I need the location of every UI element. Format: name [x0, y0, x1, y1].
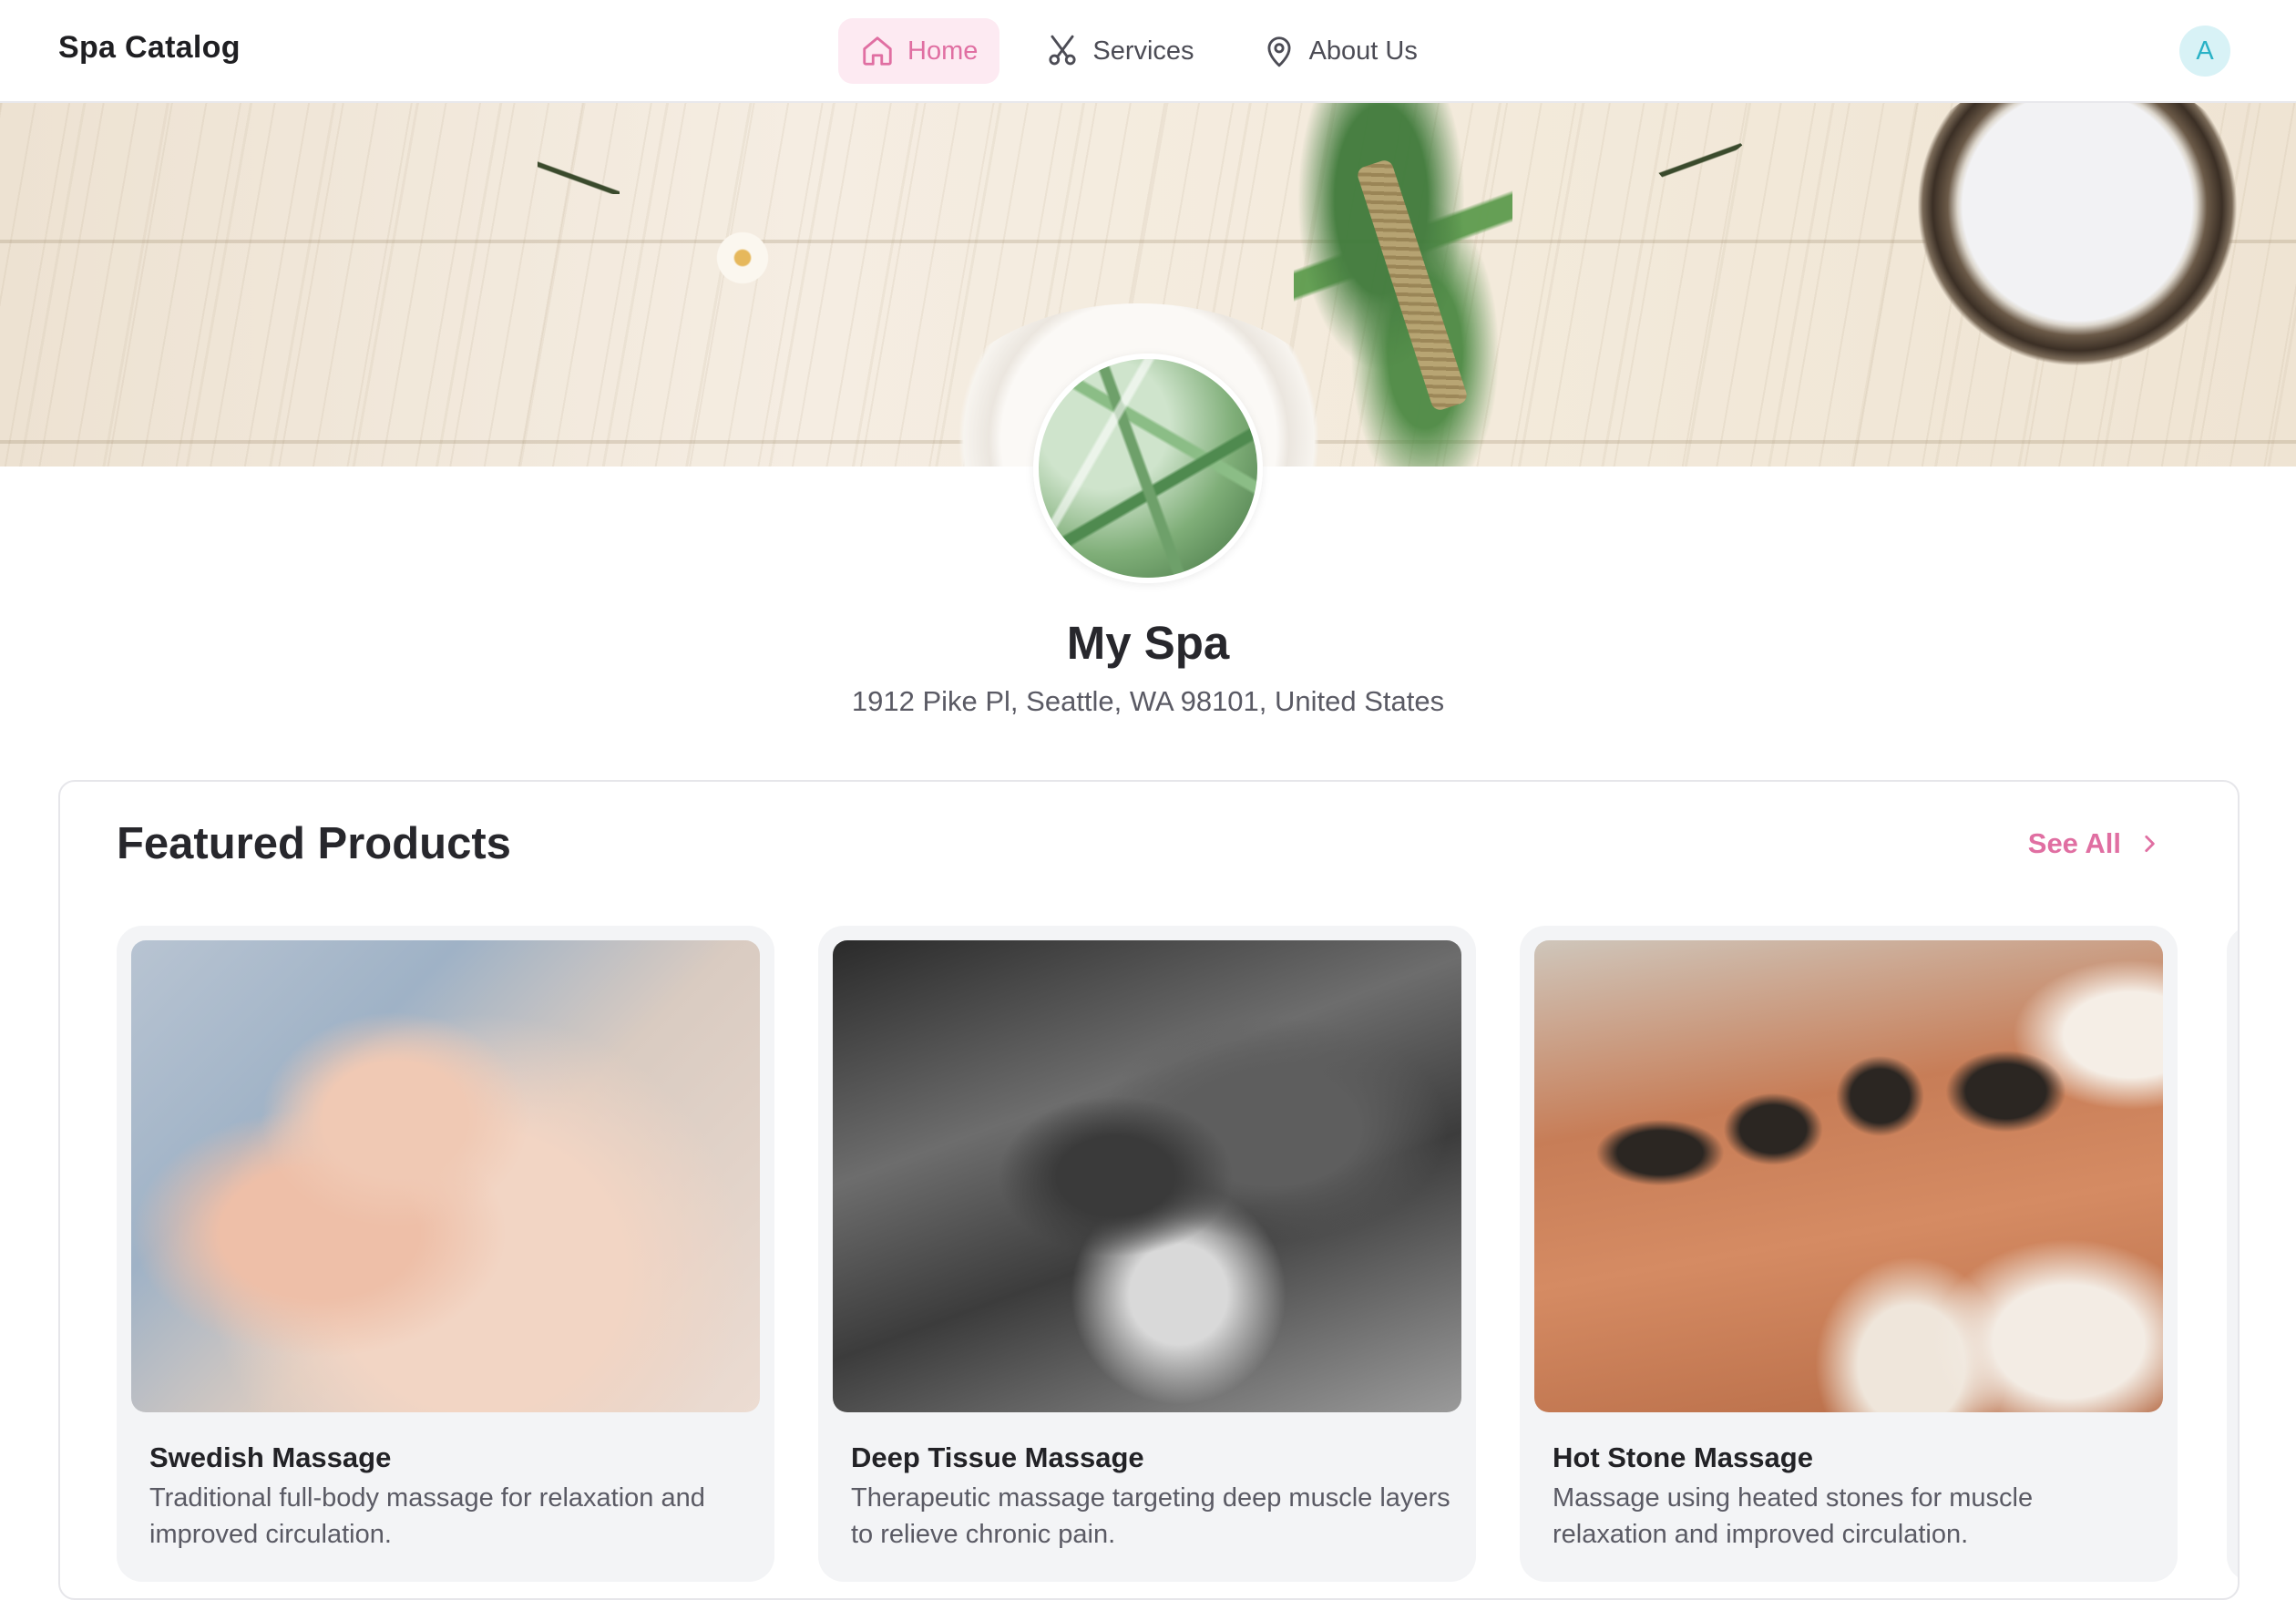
nav-item-services[interactable]: Services — [1023, 18, 1215, 84]
herb-sprig — [538, 158, 620, 194]
product-title: Deep Tissue Massage — [851, 1441, 1144, 1473]
product-description: Massage using heated stones for muscle r… — [1553, 1483, 2034, 1549]
map-pin-icon — [1267, 36, 1291, 67]
nav-item-label: About Us — [1308, 36, 1418, 66]
product-description: Traditional full-body massage for relaxa… — [149, 1483, 705, 1549]
product-card[interactable]: Swedish Massage Traditional full-body ma… — [117, 926, 774, 1582]
product-card[interactable]: Hot Stone Massage Massage using heated s… — [1520, 926, 2178, 1582]
main-nav: Home Services About Us — [838, 18, 1440, 84]
product-card[interactable]: Deep Tissue Massage Therapeutic massage … — [818, 926, 1476, 1582]
top-navigation-bar: Spa Catalog Home Services About Us A — [0, 0, 2296, 103]
see-all-label: See All — [2027, 827, 2121, 859]
nav-item-label: Services — [1092, 36, 1194, 66]
spa-profile-photo — [1033, 354, 1263, 583]
user-avatar[interactable]: A — [2179, 26, 2230, 77]
nav-item-home[interactable]: Home — [838, 18, 1000, 84]
herb-sprig — [1655, 117, 1743, 199]
product-image — [1534, 940, 2163, 1412]
product-image — [131, 940, 760, 1412]
product-image — [833, 940, 1461, 1412]
brand-title[interactable]: Spa Catalog — [58, 30, 241, 66]
featured-products-section: Featured Products See All Swedish Massag… — [58, 780, 2240, 1600]
flower-decoration — [711, 231, 774, 285]
nav-item-label: Home — [907, 36, 979, 66]
salt-bowl — [1895, 103, 2260, 376]
section-title: Featured Products — [117, 819, 511, 868]
see-all-link[interactable]: See All — [2028, 827, 2161, 860]
home-icon — [863, 36, 892, 66]
scissors-icon — [1049, 35, 1076, 66]
product-title: Swedish Massage — [149, 1441, 392, 1473]
spa-name: My Spa — [1066, 617, 1230, 669]
next-product-card-edge[interactable] — [2227, 926, 2238, 1582]
nav-item-about-us[interactable]: About Us — [1240, 18, 1440, 84]
product-description: Therapeutic massage targeting deep muscl… — [851, 1483, 1450, 1549]
product-title: Hot Stone Massage — [1553, 1441, 1813, 1473]
spa-address: 1912 Pike Pl, Seattle, WA 98101, United … — [851, 685, 1445, 717]
chevron-right-icon — [2145, 836, 2155, 852]
